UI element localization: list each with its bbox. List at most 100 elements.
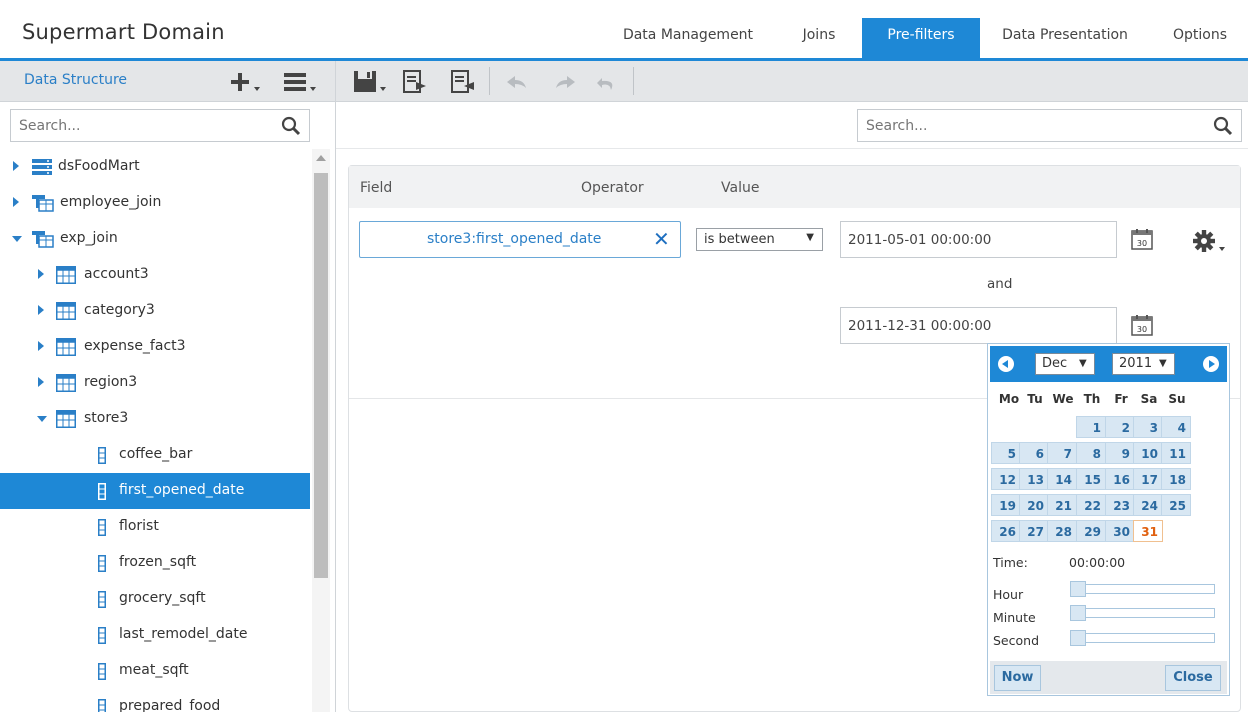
tree-scrollbar[interactable] (312, 149, 330, 712)
month-select[interactable]: Dec ▼ (1035, 353, 1095, 375)
tree-node-prepared-food[interactable]: prepared_food (0, 689, 310, 712)
second-slider[interactable] (1070, 630, 1215, 646)
calendar-day[interactable]: 19 (991, 494, 1021, 516)
add-menu-button[interactable] (228, 69, 262, 95)
calendar-day[interactable]: 9 (1105, 442, 1135, 464)
slider-handle[interactable] (1070, 605, 1086, 621)
calendar-day[interactable]: 14 (1047, 468, 1077, 490)
tree-node-exp-join[interactable]: exp_join (0, 221, 310, 257)
calendar-day[interactable]: 1 (1076, 416, 1106, 438)
calendar-day[interactable]: 27 (1019, 520, 1049, 542)
hour-slider[interactable] (1070, 581, 1215, 597)
calendar-day[interactable]: 12 (991, 468, 1021, 490)
collapse-caret-icon[interactable] (12, 236, 22, 242)
scrollbar-thumb[interactable] (314, 173, 328, 578)
calendar-day[interactable]: 29 (1076, 520, 1106, 542)
tree-node-last-remodel-date[interactable]: last_remodel_date (0, 617, 310, 653)
collapse-caret-icon[interactable] (37, 416, 47, 422)
tree-node-grocery-sqft[interactable]: grocery_sqft (0, 581, 310, 617)
minute-slider[interactable] (1070, 605, 1215, 621)
redo-button[interactable] (552, 68, 578, 96)
import-button[interactable] (450, 68, 476, 96)
tree-node-meat-sqft[interactable]: meat_sqft (0, 653, 310, 689)
calendar-day[interactable]: 26 (991, 520, 1021, 542)
tab-data-presentation[interactable]: Data Presentation (985, 18, 1145, 58)
calendar-day[interactable]: 11 (1161, 442, 1191, 464)
tree-node-first-opened-date[interactable]: first_opened_date (0, 473, 310, 509)
tree-node-florist[interactable]: florist (0, 509, 310, 545)
tab-pre-filters[interactable]: Pre-filters (862, 18, 980, 58)
revert-button[interactable] (594, 68, 620, 96)
tab-joins[interactable]: Joins (785, 18, 853, 58)
right-search-input[interactable] (858, 110, 1198, 141)
tree-node-frozen-sqft[interactable]: frozen_sqft (0, 545, 310, 581)
expand-caret-icon[interactable] (38, 377, 44, 387)
close-button[interactable]: Close (1165, 665, 1221, 691)
calendar-day[interactable]: 25 (1161, 494, 1191, 516)
search-icon[interactable] (1213, 116, 1233, 136)
tree-node-category3[interactable]: category3 (0, 293, 310, 329)
calendar-day[interactable]: 4 (1161, 416, 1191, 438)
calendar-day[interactable]: 18 (1161, 468, 1191, 490)
search-icon[interactable] (281, 116, 301, 136)
scroll-up-arrow-icon[interactable] (316, 155, 326, 161)
tree-node-account3[interactable]: account3 (0, 257, 310, 293)
calendar-day[interactable]: 24 (1133, 494, 1163, 516)
tree-node-region3[interactable]: region3 (0, 365, 310, 401)
now-button[interactable]: Now (994, 665, 1041, 691)
calendar-day[interactable]: 8 (1076, 442, 1106, 464)
remove-field-icon[interactable]: ✕ (653, 227, 670, 251)
calendar-day[interactable]: 15 (1076, 468, 1106, 490)
calendar-day[interactable]: 6 (1019, 442, 1049, 464)
calendar-day[interactable]: 5 (991, 442, 1021, 464)
calendar-day[interactable]: 21 (1047, 494, 1077, 516)
tree-node-expense-fact3[interactable]: expense_fact3 (0, 329, 310, 365)
structure-menu-button[interactable] (282, 69, 318, 95)
tree-node-employee-join[interactable]: employee_join (0, 185, 310, 221)
calendar-day[interactable]: 28 (1047, 520, 1077, 542)
calendar-day[interactable]: 7 (1047, 442, 1077, 464)
calendar-day[interactable]: 3 (1133, 416, 1163, 438)
join-icon (32, 195, 54, 212)
next-month-button[interactable] (1203, 356, 1219, 372)
tree-node-dsfoodmart[interactable]: dsFoodMart (0, 149, 310, 185)
to-date-input[interactable]: 2011-12-31 00:00:00 (840, 307, 1117, 344)
left-toolbar: Data Structure (0, 61, 335, 102)
calendar-day[interactable]: 20 (1019, 494, 1049, 516)
calendar-day[interactable]: 31 (1133, 520, 1163, 542)
calendar-day[interactable]: 23 (1105, 494, 1135, 516)
undo-button[interactable] (504, 68, 530, 96)
time-label: Time: (993, 555, 1028, 570)
filter-options-button[interactable] (1193, 230, 1227, 258)
calendar-footer: Now Close (990, 661, 1227, 694)
expand-caret-icon[interactable] (38, 341, 44, 351)
calendar-day[interactable]: 16 (1105, 468, 1135, 490)
slider-handle[interactable] (1070, 581, 1086, 597)
tree-node-coffee-bar[interactable]: coffee_bar (0, 437, 310, 473)
calendar-day[interactable]: 13 (1019, 468, 1049, 490)
expand-caret-icon[interactable] (38, 269, 44, 279)
expand-caret-icon[interactable] (38, 305, 44, 315)
tab-data-management[interactable]: Data Management (601, 18, 775, 58)
operator-select[interactable]: is between ▼ (696, 228, 823, 251)
filter-field-box[interactable]: store3:first_opened_date ✕ (359, 221, 681, 258)
calendar-day[interactable]: 10 (1133, 442, 1163, 464)
from-date-input[interactable]: 2011-05-01 00:00:00 (840, 221, 1117, 258)
slider-handle[interactable] (1070, 630, 1086, 646)
save-menu-button[interactable] (352, 68, 390, 96)
expand-caret-icon[interactable] (13, 161, 19, 171)
left-search-input[interactable] (11, 110, 271, 141)
dropdown-arrow-icon: ▼ (806, 232, 814, 243)
calendar-icon[interactable]: 30 (1131, 314, 1153, 336)
tab-options[interactable]: Options (1152, 18, 1248, 58)
export-button[interactable] (402, 68, 428, 96)
calendar-day[interactable]: 17 (1133, 468, 1163, 490)
calendar-day[interactable]: 30 (1105, 520, 1135, 542)
calendar-day[interactable]: 2 (1105, 416, 1135, 438)
tree-node-store3[interactable]: store3 (0, 401, 310, 437)
prev-month-button[interactable] (998, 356, 1014, 372)
expand-caret-icon[interactable] (13, 197, 19, 207)
calendar-icon[interactable]: 30 (1131, 228, 1153, 250)
year-select[interactable]: 2011 ▼ (1112, 353, 1175, 375)
calendar-day[interactable]: 22 (1076, 494, 1106, 516)
